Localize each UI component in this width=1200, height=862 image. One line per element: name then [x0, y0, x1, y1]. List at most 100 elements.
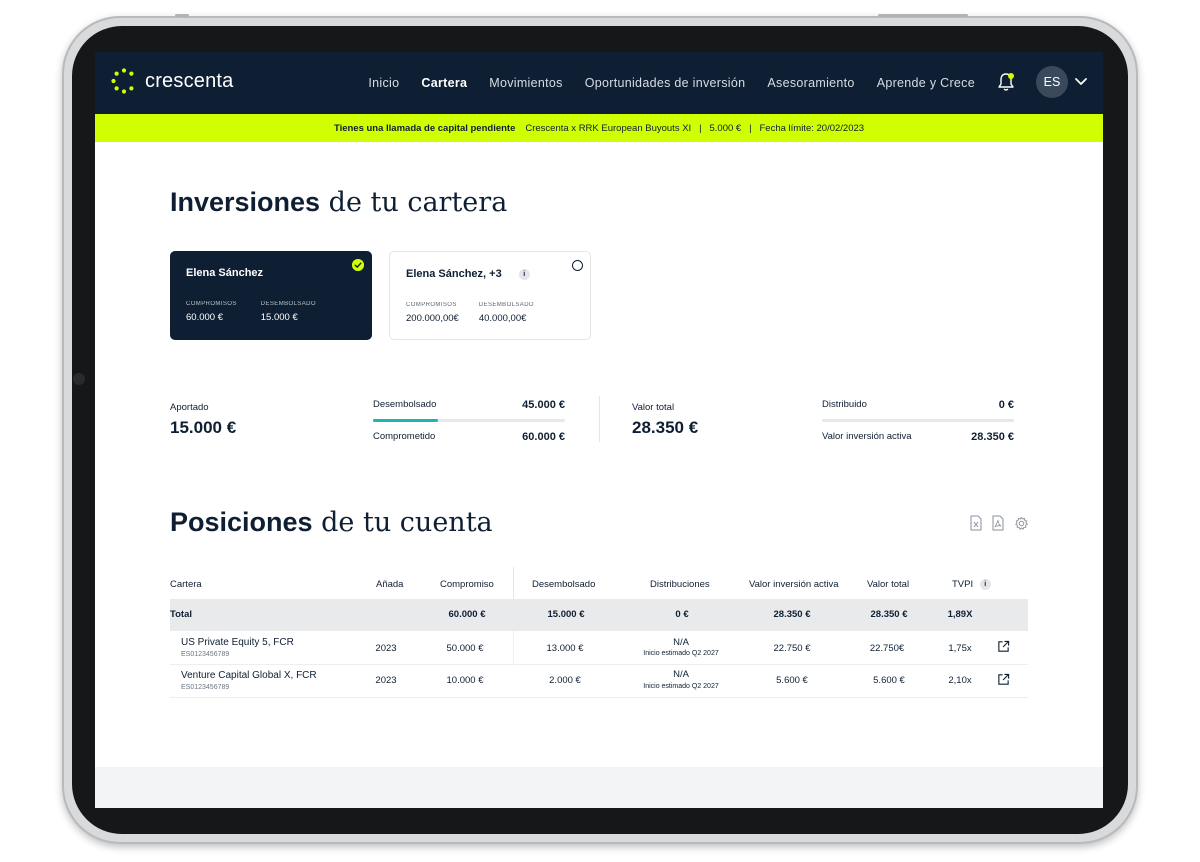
- total-tvpi: 1,89X: [947, 609, 973, 620]
- commit-label: COMPROMISOS: [406, 302, 457, 308]
- table-total-row: Total 60.000 € 15.000 € 0 € 28.350 € 28.…: [170, 599, 1028, 631]
- account-metrics: COMPROMISOS 60.000 € DESEMBOLSADO 15.000…: [186, 301, 340, 323]
- footer-band: [95, 767, 1103, 808]
- aportado-value: 15.000 €: [170, 418, 237, 437]
- commit-label: COMPROMISOS: [186, 301, 237, 307]
- banner-detail: Crescenta x RRK European Buyouts XI | 5.…: [525, 122, 865, 134]
- table-row[interactable]: US Private Equity 5, FCR ES0123456789 20…: [170, 631, 1028, 664]
- col-cartera[interactable]: Cartera: [170, 579, 202, 590]
- fund-isin: ES0123456789: [181, 684, 230, 691]
- account-name-text: Elena Sánchez, +3: [406, 268, 502, 280]
- excel-export-icon[interactable]: [969, 515, 983, 531]
- fund-compromiso: 10.000 €: [446, 675, 484, 686]
- fund-distribuciones: N/A: [673, 669, 689, 680]
- brand-name: crescenta: [145, 69, 234, 92]
- column-divider: [513, 567, 514, 599]
- fund-tvpi: 1,75x: [948, 643, 972, 654]
- nav-movimientos[interactable]: Movimientos: [489, 76, 562, 90]
- valor-activa-value: 28.350 €: [971, 431, 1014, 443]
- fund-anada: 2023: [375, 675, 397, 686]
- account-name: Elena Sánchez: [186, 267, 264, 279]
- fund-valor-activa: 22.750 €: [773, 643, 811, 654]
- fund-dist-note: Inicio estimado Q2 2027: [643, 650, 719, 657]
- fund-valor-total: 22.750€: [869, 643, 905, 654]
- capital-call-banner[interactable]: Tienes una llamada de capital pendiente …: [95, 114, 1103, 142]
- table-row[interactable]: Venture Capital Global X, FCR ES01234567…: [170, 665, 1028, 698]
- fund-tvpi: 2,10x: [948, 675, 972, 686]
- aportado-label: Aportado: [170, 402, 209, 413]
- fund-name: US Private Equity 5, FCR: [181, 637, 294, 648]
- total-distribuciones: 0 €: [675, 609, 689, 620]
- summary-divider: [599, 396, 600, 442]
- desembolsado-value: 45.000 €: [522, 399, 565, 411]
- disbursed-value: 40.000,00€: [478, 313, 527, 324]
- external-link-icon[interactable]: [997, 640, 1010, 653]
- col-valor-activa[interactable]: Valor inversión activa: [749, 579, 839, 590]
- top-button-long: [878, 14, 968, 17]
- nav-aprende[interactable]: Aprende y Crece: [877, 76, 975, 90]
- account-card-elena[interactable]: Elena Sánchez COMPROMISOS 60.000 € DESEM…: [170, 251, 372, 340]
- account-card-elena-group[interactable]: Elena Sánchez, +3 i COMPROMISOS 200.000,…: [389, 251, 591, 340]
- fund-compromiso: 50.000 €: [446, 643, 484, 654]
- nav-oportunidades[interactable]: Oportunidades de inversión: [585, 76, 746, 90]
- chevron-down-icon[interactable]: [1074, 76, 1088, 88]
- col-tvpi[interactable]: TVPI i: [952, 579, 991, 590]
- info-icon[interactable]: i: [518, 268, 530, 280]
- positions-title-strong: Posiciones: [170, 507, 313, 537]
- disbursed-progress-bar: [373, 419, 565, 422]
- fund-name: Venture Capital Global X, FCR: [181, 670, 317, 681]
- valor-activa-label: Valor inversión activa: [822, 431, 912, 442]
- total-valor-activa: 28.350 €: [773, 609, 811, 620]
- col-distribuciones[interactable]: Distribuciones: [650, 579, 710, 590]
- valor-total-value: 28.350 €: [632, 418, 699, 437]
- column-divider: [513, 631, 514, 665]
- camera-dot: [73, 373, 85, 385]
- disbursed-progress-fill: [373, 419, 438, 422]
- col-anada[interactable]: Añada: [376, 579, 403, 590]
- comprometido-value: 60.000 €: [522, 431, 565, 443]
- row-divider: [170, 697, 1028, 698]
- distribuido-label: Distribuido: [822, 399, 867, 410]
- table-header: Cartera Añada Compromiso Desembolsado Di…: [170, 579, 1028, 599]
- settings-gear-icon[interactable]: [1014, 516, 1029, 531]
- language-avatar[interactable]: ES: [1036, 66, 1068, 98]
- col-valor-total[interactable]: Valor total: [867, 579, 909, 590]
- pdf-export-icon[interactable]: [991, 515, 1005, 531]
- fund-desembolsado: 13.000 €: [546, 643, 584, 654]
- radio-icon[interactable]: [572, 260, 583, 271]
- account-name: Elena Sánchez, +3 i: [406, 268, 574, 280]
- external-link-icon[interactable]: [997, 673, 1010, 686]
- disbursed-label: DESEMBOLSADO: [260, 301, 316, 307]
- total-label: Total: [170, 609, 192, 620]
- top-nav: crescenta Inicio Cartera Movimientos Opo…: [95, 52, 1103, 114]
- nav-inicio[interactable]: Inicio: [368, 76, 399, 90]
- crescenta-logo-icon: [111, 68, 134, 94]
- banner-lead: Tienes una llamada de capital pendiente: [333, 122, 516, 134]
- disbursed-label: DESEMBOLSADO: [478, 302, 534, 308]
- info-icon[interactable]: i: [979, 579, 991, 590]
- investments-title-rest: de tu cartera: [320, 187, 508, 218]
- col-desembolsado[interactable]: Desembolsado: [532, 579, 595, 590]
- fund-distribuciones: N/A: [673, 637, 689, 648]
- investments-title: Inversiones de tu cartera: [170, 187, 507, 218]
- nav-asesoramiento[interactable]: Asesoramiento: [767, 76, 854, 90]
- account-metrics: COMPROMISOS 200.000,00€ DESEMBOLSADO 40.…: [406, 302, 558, 324]
- notification-dot: [1008, 73, 1014, 79]
- distributed-progress-bar: [822, 419, 1014, 422]
- comprometido-label: Comprometido: [373, 431, 436, 442]
- fund-valor-activa: 5.600 €: [776, 675, 808, 686]
- nav-cartera[interactable]: Cartera: [421, 76, 467, 90]
- top-button: [175, 14, 189, 17]
- brand-logo[interactable]: crescenta: [111, 68, 234, 94]
- total-compromiso: 60.000 €: [448, 609, 486, 620]
- screen: crescenta Inicio Cartera Movimientos Opo…: [95, 52, 1103, 808]
- col-compromiso[interactable]: Compromiso: [440, 579, 494, 590]
- fund-desembolsado: 2.000 €: [549, 675, 581, 686]
- distribuido-value: 0 €: [998, 399, 1014, 411]
- valor-total-label: Valor total: [632, 402, 675, 413]
- col-tvpi-label: TVPI: [952, 579, 974, 591]
- positions-title: Posiciones de tu cuenta: [170, 507, 493, 538]
- fund-valor-total: 5.600 €: [873, 675, 905, 686]
- total-desembolsado: 15.000 €: [547, 609, 585, 620]
- total-valor-total: 28.350 €: [870, 609, 908, 620]
